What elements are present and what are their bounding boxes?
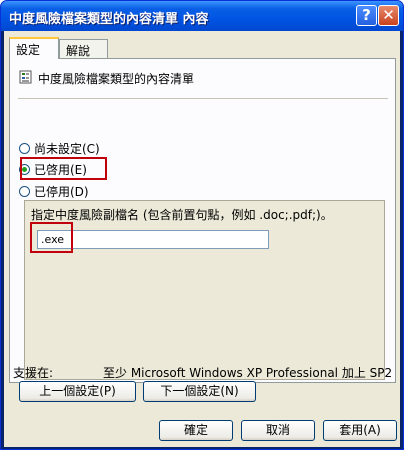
window-title: 中度風險檔案類型的內容清單 內容 (9, 12, 209, 27)
previous-setting-button[interactable]: 上一個設定(P) (19, 381, 136, 402)
dialog-client: 設定 解說 中度風險檔案類型的內容清單 尚未設定(C) 已啓用(E) 已停用(D… (4, 31, 400, 447)
ok-button[interactable]: 確定 (159, 420, 233, 441)
policy-document-icon (19, 70, 32, 84)
supported-on-value: 至少 Microsoft Windows XP Professional 加上 … (103, 366, 393, 380)
apply-label: 套用(A) (339, 423, 381, 437)
radio-disabled[interactable]: 已停用(D) (19, 183, 89, 200)
extension-list-label: 指定中度風險副檔名 (包含前置句點，例如 .doc;.pdf;)。 (31, 208, 333, 222)
next-setting-button[interactable]: 下一個設定(N) (143, 381, 256, 402)
radio-disabled-label: 已停用(D) (34, 185, 89, 199)
close-icon: ✕ (382, 6, 395, 24)
settings-panel: 中度風險檔案類型的內容清單 尚未設定(C) 已啓用(E) 已停用(D) 指定中度… (9, 58, 396, 383)
radio-disabled-circle[interactable] (19, 186, 30, 197)
radio-not-configured-label: 尚未設定(C) (34, 142, 100, 156)
policy-title: 中度風險檔案類型的內容清單 (38, 72, 195, 86)
properties-dialog: 中度風險檔案類型的內容清單 內容 ? ✕ 設定 解說 中度風險檔案類型的內容清單 (0, 0, 404, 450)
help-button[interactable]: ? (356, 5, 377, 26)
previous-setting-label: 上一個設定(P) (39, 384, 116, 398)
separator (18, 98, 388, 99)
extension-input-highlight (30, 222, 73, 253)
tab-explain[interactable]: 解說 (59, 39, 108, 59)
apply-button[interactable]: 套用(A) (323, 420, 397, 441)
help-icon: ? (362, 6, 371, 24)
radio-not-configured-circle[interactable] (19, 143, 30, 154)
radio-enabled-highlight (20, 157, 107, 180)
next-setting-label: 下一個設定(N) (160, 384, 239, 398)
tab-settings[interactable]: 設定 (9, 37, 59, 59)
ok-label: 確定 (183, 423, 208, 437)
radio-not-configured[interactable]: 尚未設定(C) (19, 140, 100, 157)
tab-explain-label: 解說 (66, 44, 91, 58)
cancel-button[interactable]: 取消 (241, 420, 315, 441)
supported-on-label: 支援在: (13, 366, 54, 380)
title-bar[interactable]: 中度風險檔案類型的內容清單 內容 ? ✕ (1, 1, 403, 31)
options-area: 指定中度風險副檔名 (包含前置句點，例如 .doc;.pdf;)。 (24, 200, 385, 380)
close-button[interactable]: ✕ (378, 5, 399, 26)
tab-settings-label: 設定 (16, 43, 41, 57)
cancel-label: 取消 (265, 423, 290, 437)
